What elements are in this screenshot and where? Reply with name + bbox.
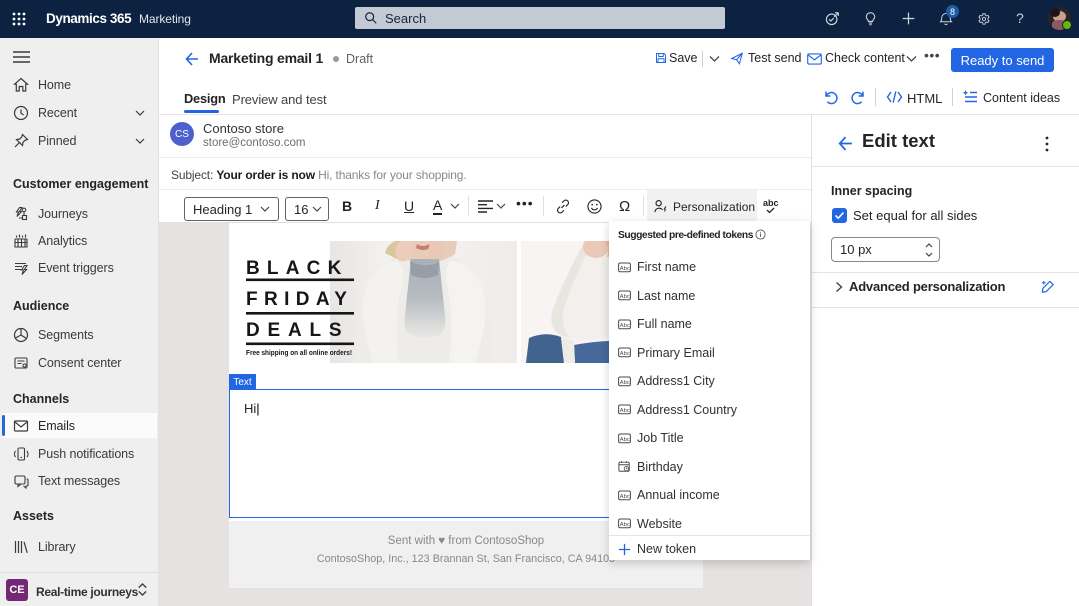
svg-text:Abc: Abc <box>620 522 630 528</box>
svg-text:DEALS: DEALS <box>246 320 349 341</box>
svg-text:BLACK: BLACK <box>246 258 349 279</box>
svg-text:Abc: Abc <box>620 351 630 357</box>
svg-text:Abc: Abc <box>620 408 630 414</box>
svg-text:Free shipping on all online or: Free shipping on all online orders! <box>246 348 352 357</box>
svg-text:Abc: Abc <box>620 265 630 271</box>
svg-text:Abc: Abc <box>620 437 630 443</box>
svg-text:abc: abc <box>763 198 779 208</box>
svg-text:Abc: Abc <box>620 494 630 500</box>
svg-text:FRIDAY: FRIDAY <box>246 289 353 310</box>
svg-text:Abc: Abc <box>620 379 630 385</box>
svg-text:Abc: Abc <box>620 294 630 300</box>
svg-text:Abc: Abc <box>620 322 630 328</box>
